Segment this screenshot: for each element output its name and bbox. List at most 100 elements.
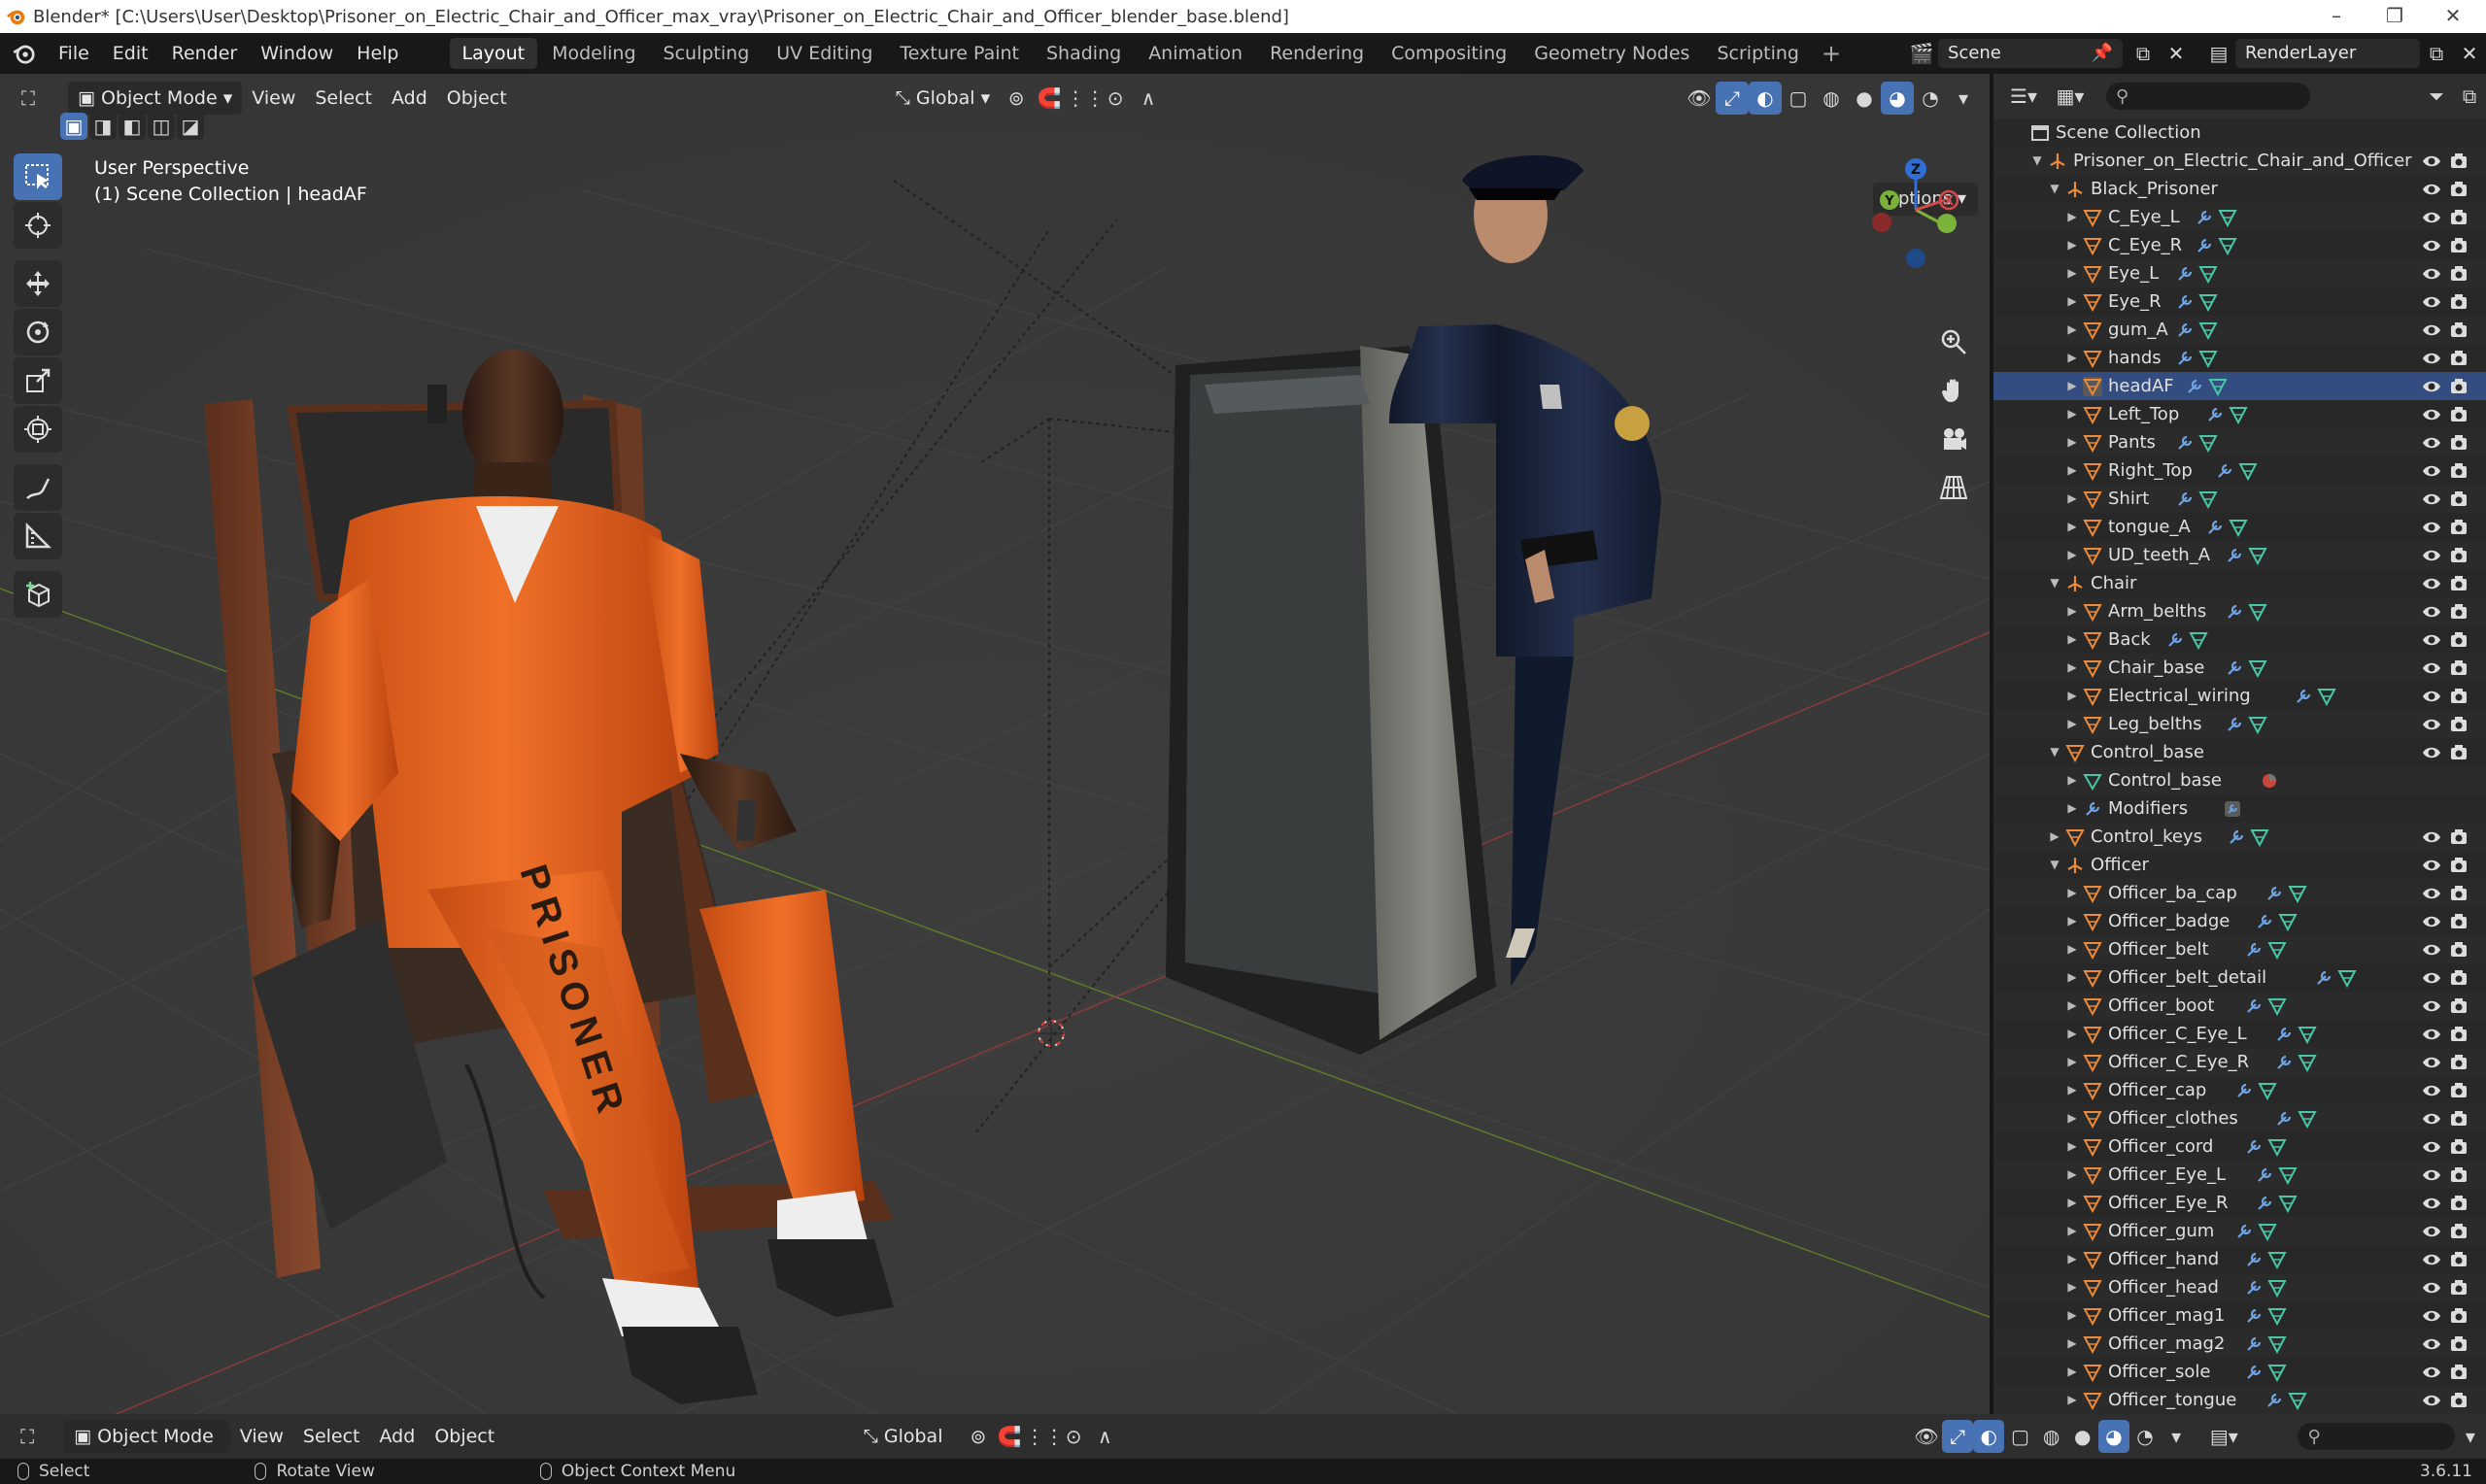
expand-arrow-icon[interactable]: ▶	[2065, 625, 2079, 654]
render-camera-icon[interactable]	[2448, 968, 2469, 988]
visibility-eye-icon[interactable]	[2421, 349, 2442, 368]
expand-arrow-icon[interactable]: ▶	[2065, 1020, 2079, 1048]
mesh-data-icon[interactable]	[2258, 1081, 2277, 1100]
visibility-eye-icon[interactable]	[2421, 1363, 2442, 1382]
outliner-row[interactable]: ▶ C_Eye_R	[1993, 231, 2486, 259]
render-camera-icon[interactable]	[2448, 574, 2469, 593]
select-invert-icon[interactable]: ◫	[148, 113, 175, 140]
visibility-eye-icon[interactable]	[2421, 574, 2442, 593]
visibility-eye-icon[interactable]	[2421, 687, 2442, 706]
xray-toggle-icon[interactable]: ▢	[1782, 82, 1815, 115]
mesh-data-icon[interactable]	[2228, 518, 2248, 537]
new-collection-icon[interactable]: ⧉	[2453, 80, 2486, 113]
outliner-row[interactable]: ▶ Eye_R	[1993, 287, 2486, 316]
material-icon[interactable]	[2260, 771, 2279, 791]
render-camera-icon[interactable]	[2448, 856, 2469, 875]
visibility-eye-icon[interactable]	[2421, 1334, 2442, 1354]
move-tool[interactable]	[14, 260, 62, 307]
outliner-row[interactable]: ▶ gum_A	[1993, 316, 2486, 344]
outliner-row[interactable]: ▶ Officer_Eye_R	[1993, 1189, 2486, 1217]
render-camera-icon[interactable]	[2448, 884, 2469, 903]
outliner-row[interactable]: ▶ Officer_clothes	[1993, 1104, 2486, 1132]
navigation-gizmo[interactable]: Z Y X	[1856, 150, 1962, 286]
modifier-wrench-icon[interactable]	[2255, 1194, 2274, 1213]
expand-arrow-icon[interactable]: ▶	[2065, 1301, 2079, 1330]
select-intersect-icon[interactable]: ◪	[177, 113, 204, 140]
bottom-overlays-icon[interactable]: ◐	[1973, 1420, 2005, 1453]
snap-icon[interactable]: 🧲	[1033, 82, 1066, 115]
render-camera-icon[interactable]	[2448, 264, 2469, 284]
expand-arrow-icon[interactable]: ▶	[2065, 513, 2079, 541]
mesh-data-icon[interactable]	[2218, 208, 2238, 227]
expand-arrow-icon[interactable]: ▶	[2065, 316, 2079, 344]
falloff-icon[interactable]: ∧	[1132, 82, 1165, 115]
close-window-icon[interactable]: ✕	[2424, 0, 2482, 33]
render-camera-icon[interactable]	[2448, 377, 2469, 396]
expand-arrow-icon[interactable]: ▶	[2065, 597, 2079, 625]
collapse-arrow-icon[interactable]: ▼	[2048, 175, 2061, 203]
render-camera-icon[interactable]	[2448, 602, 2469, 622]
tab-geometry-nodes[interactable]: Geometry Nodes	[1521, 38, 1702, 69]
outliner-row[interactable]: ▶ Officer_C_Eye_L	[1993, 1020, 2486, 1048]
expand-arrow-icon[interactable]: ▶	[2065, 400, 2079, 428]
visibility-eye-icon[interactable]	[2421, 180, 2442, 199]
select-box-tool[interactable]	[14, 153, 62, 200]
outliner-row[interactable]: ▶ Officer_badge	[1993, 907, 2486, 935]
bottom-object-menu[interactable]: Object	[425, 1420, 504, 1453]
visibility-eye-icon[interactable]	[2421, 546, 2442, 565]
material-preview-icon[interactable]: ◕	[1881, 82, 1914, 115]
properties-editor-type-icon[interactable]: ▤▾	[2208, 1420, 2239, 1453]
mesh-data-icon[interactable]	[2267, 1250, 2288, 1269]
outliner-row[interactable]: ▼ Chair	[1993, 569, 2486, 597]
visibility-eye-icon[interactable]	[2421, 433, 2442, 453]
perspective-toggle-button[interactable]	[1933, 467, 1974, 508]
bottom-view-menu[interactable]: View	[230, 1420, 293, 1453]
expand-arrow-icon[interactable]: ▶	[2065, 1161, 2079, 1189]
outliner-row[interactable]: ▶ Modifiers	[1993, 794, 2486, 823]
mesh-data-icon[interactable]	[2298, 1053, 2317, 1072]
visibility-eye-icon[interactable]	[2421, 715, 2442, 734]
visibility-eye-icon[interactable]	[2421, 292, 2442, 312]
mesh-data-icon[interactable]	[2198, 349, 2218, 368]
menu-file[interactable]: File	[47, 33, 101, 74]
solid-shading-icon[interactable]: ●	[1848, 82, 1881, 115]
render-camera-icon[interactable]	[2448, 687, 2469, 706]
bottom-rendered-icon[interactable]: ◔	[2129, 1420, 2161, 1453]
expand-arrow-icon[interactable]: ▶	[2065, 1273, 2079, 1301]
modifier-wrench-icon[interactable]	[2255, 1165, 2274, 1185]
expand-arrow-icon[interactable]: ▶	[2065, 1245, 2079, 1273]
visibility-eye-icon[interactable]	[2421, 658, 2442, 678]
modifier-wrench-icon[interactable]	[2244, 1334, 2264, 1354]
menu-window[interactable]: Window	[249, 33, 345, 74]
delete-view-layer-icon[interactable]: ✕	[2453, 37, 2486, 70]
outliner-row[interactable]: ▶ Officer_cord	[1993, 1132, 2486, 1161]
visibility-eye-icon[interactable]	[2421, 377, 2442, 396]
modifier-wrench-icon[interactable]	[2234, 1222, 2254, 1241]
tab-shading[interactable]: Shading	[1034, 38, 1134, 69]
overlays-toggle-icon[interactable]: ◐	[1749, 82, 1782, 115]
mesh-data-icon[interactable]	[2298, 1109, 2317, 1129]
mesh-data-icon[interactable]	[2267, 1278, 2288, 1298]
bottom-add-menu[interactable]: Add	[370, 1420, 426, 1453]
orientation-dropdown[interactable]: ⤡ Global ▾	[886, 82, 1000, 115]
render-camera-icon[interactable]	[2448, 1109, 2469, 1129]
modifier-wrench-icon[interactable]	[2274, 1109, 2294, 1129]
pin-icon[interactable]: 📌	[2092, 39, 2113, 68]
render-camera-icon[interactable]	[2448, 1194, 2469, 1213]
modifier-wrench-icon[interactable]	[2175, 349, 2195, 368]
bottom-proportional-icon[interactable]: ⊙	[1058, 1420, 1089, 1453]
outliner-row[interactable]: ▶ Officer_C_Eye_R	[1993, 1048, 2486, 1076]
render-camera-icon[interactable]	[2448, 489, 2469, 509]
menu-render[interactable]: Render	[160, 33, 250, 74]
render-camera-icon[interactable]	[2448, 630, 2469, 650]
blender-menu-icon[interactable]	[12, 41, 37, 66]
outliner-row[interactable]: ▶ Officer_Eye_L	[1993, 1161, 2486, 1189]
modifier-wrench-icon[interactable]	[2244, 1137, 2264, 1157]
snap-target-icon[interactable]: ⋮⋮	[1066, 82, 1105, 115]
modifier-wrench-icon[interactable]	[2234, 1081, 2254, 1100]
outliner-row[interactable]: Scene Collection	[1993, 118, 2486, 147]
render-camera-icon[interactable]	[2448, 1165, 2469, 1185]
render-camera-icon[interactable]	[2448, 292, 2469, 312]
modifier-wrench-icon[interactable]	[2225, 602, 2244, 622]
tab-texture-paint[interactable]: Texture Paint	[887, 38, 1032, 69]
